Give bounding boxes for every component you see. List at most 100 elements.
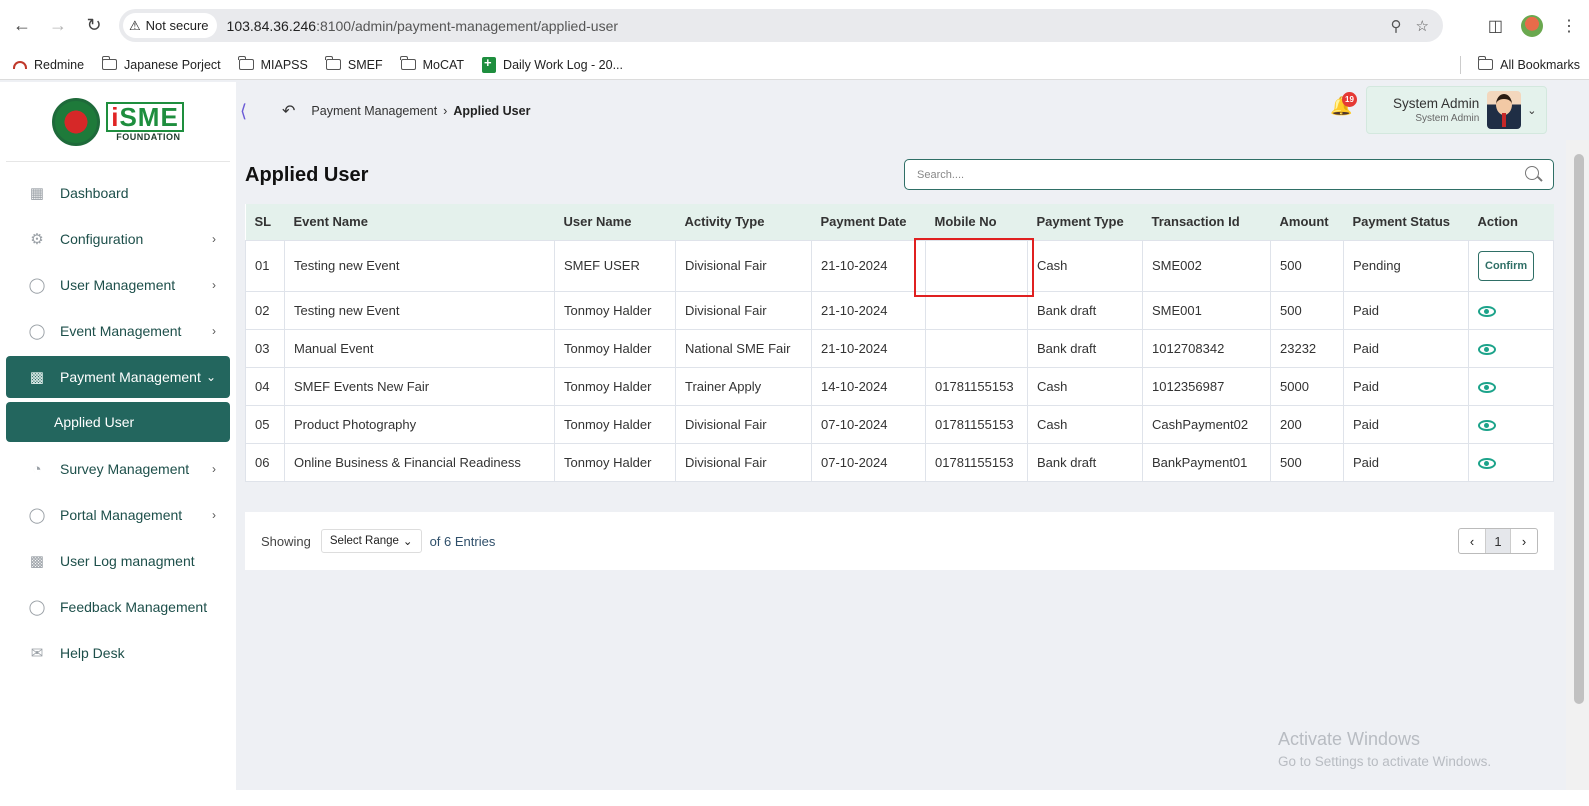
browser-toolbar: ← → ↻ ⚠ Not secure 103.84.36.246:8100/ad…: [0, 0, 1589, 50]
address-bar[interactable]: ⚠ Not secure 103.84.36.246:8100/admin/pa…: [119, 9, 1443, 42]
star-icon[interactable]: ☆: [1416, 17, 1429, 35]
cell-payment-status: Paid: [1343, 442, 1469, 482]
sidebar-item-payment-management[interactable]: ▩ Payment Management ⌄: [6, 356, 230, 398]
config-icon: ⚙: [30, 231, 44, 248]
bookmark-daily-work-log[interactable]: Daily Work Log - 20...: [473, 53, 632, 77]
search-input[interactable]: [917, 168, 1497, 181]
column-header: Mobile No: [934, 214, 997, 230]
bookmark-miapss[interactable]: MIAPSS: [230, 53, 317, 77]
entries-count: of 6 Entries: [429, 533, 496, 549]
cell-mobile-no: [925, 290, 1028, 330]
bookmark-redmine[interactable]: Redmine: [4, 53, 93, 77]
url-host: 103.84.36.246: [226, 17, 317, 34]
bookmark-label: Redmine: [34, 57, 85, 72]
breadcrumb-parent[interactable]: Payment Management: [311, 104, 437, 118]
bookmark-japanese-porject[interactable]: Japanese Porject: [93, 53, 230, 77]
grid-icon: ▦: [29, 185, 45, 202]
search-box: [904, 159, 1554, 190]
cell-user-name: Tonmoy Halder: [554, 404, 676, 444]
range-select-value: Select Range: [329, 535, 399, 547]
back-arrow-icon[interactable]: ←: [4, 7, 40, 43]
profile-avatar[interactable]: [1521, 14, 1543, 37]
page-number[interactable]: 1: [1485, 529, 1511, 553]
eye-icon[interactable]: [1478, 457, 1496, 469]
sidebar-item-feedback-management[interactable]: ◯ Feedback Management: [6, 586, 230, 628]
cell-action: [1468, 404, 1554, 444]
sidebar-item-dashboard[interactable]: ▦ Dashboard: [6, 172, 230, 214]
cell-payment-type: Bank draft: [1027, 442, 1143, 482]
sidebar-item-user-log[interactable]: ▩ User Log managment: [6, 540, 230, 582]
reload-icon[interactable]: ↻: [76, 7, 112, 43]
column-header: Payment Type: [1036, 214, 1124, 230]
zoom-icon[interactable]: ⚲: [1391, 17, 1402, 35]
cell-transaction-id: 1012708342: [1142, 328, 1271, 368]
cell-sl: 02: [245, 290, 285, 330]
cell-user-name: SMEF USER: [554, 239, 676, 292]
cell-payment-status: Pending: [1343, 239, 1469, 292]
range-select[interactable]: Select Range ⌄: [320, 529, 422, 553]
sidebar-item-help-desk[interactable]: ✉ Help Desk: [6, 632, 230, 674]
sidebar-subitem-applied-user[interactable]: Applied User: [6, 402, 230, 442]
extensions-icon[interactable]: ◫: [1488, 16, 1503, 36]
user-menu[interactable]: System Admin System Admin ⌄: [1366, 86, 1547, 134]
table-row: 02 Testing new Event Tonmoy Halder Divis…: [245, 290, 1554, 330]
next-page-icon[interactable]: ›: [1511, 529, 1537, 553]
eye-icon[interactable]: [1478, 343, 1496, 355]
column-header: Action: [1477, 214, 1518, 230]
bookmark-smef[interactable]: SMEF: [317, 53, 392, 77]
breadcrumb: Payment Management › Applied User: [311, 104, 530, 118]
bookmark-mocat[interactable]: MoCAT: [392, 53, 473, 77]
event-icon: ◯: [28, 323, 46, 340]
cell-amount: 200: [1270, 404, 1344, 444]
cell-payment-date: 14-10-2024: [811, 366, 926, 406]
cell-user-name: Tonmoy Halder: [554, 328, 676, 368]
cell-transaction-id: SME001: [1142, 290, 1271, 330]
sidebar-item-label: Dashboard: [60, 185, 129, 201]
cell-transaction-id: SME002: [1142, 239, 1271, 292]
pagination: ‹ 1 ›: [1458, 528, 1538, 554]
bookmarks-divider: [1460, 55, 1462, 74]
forward-arrow-icon[interactable]: →: [40, 7, 76, 43]
sidebar-item-label: User Management: [60, 277, 176, 293]
search-icon[interactable]: [1525, 166, 1539, 180]
cell-activity-type: Divisional Fair: [675, 442, 812, 482]
scrollbar-thumb[interactable]: [1574, 154, 1584, 704]
collapse-sidebar-icon[interactable]: ⟨: [240, 101, 262, 122]
table-row: 06 Online Business & Financial Readiness…: [245, 442, 1554, 482]
prev-page-icon[interactable]: ‹: [1459, 529, 1485, 553]
sidebar-item-label: Event Management: [60, 323, 182, 339]
cell-activity-type: Divisional Fair: [675, 290, 812, 330]
security-chip[interactable]: ⚠ Not secure: [123, 13, 217, 38]
table-row: 03 Manual Event Tonmoy Halder National S…: [245, 328, 1554, 368]
cell-action: [1468, 366, 1554, 406]
all-bookmarks[interactable]: All Bookmarks: [1469, 53, 1589, 77]
cell-mobile-no: 01781155153: [925, 404, 1028, 444]
column-header: Event Name: [293, 214, 368, 230]
cell-payment-date: 21-10-2024: [811, 290, 926, 330]
sidebar-menu: ▦ Dashboard ⚙ Configuration › ◯ User Man…: [0, 162, 236, 674]
sidebar-item-label: Payment Management: [60, 369, 201, 385]
cell-payment-date: 21-10-2024: [811, 239, 926, 292]
url-path: :8100/admin/payment-management/applied-u…: [316, 17, 619, 34]
kebab-menu-icon[interactable]: ⋮: [1561, 16, 1577, 36]
eye-icon[interactable]: [1478, 419, 1496, 431]
cell-user-name: Tonmoy Halder: [554, 366, 676, 406]
sidebar-item-portal-management[interactable]: ◯ Portal Management ›: [6, 494, 230, 536]
sidebar-item-event-management[interactable]: ◯ Event Management ›: [6, 310, 230, 352]
sidebar-item-survey-management[interactable]: ◔ Survey Management ›: [6, 448, 230, 490]
sidebar-item-configuration[interactable]: ⚙ Configuration ›: [6, 218, 230, 260]
url-text[interactable]: 103.84.36.246:8100/admin/payment-managem…: [227, 18, 619, 34]
confirm-button[interactable]: Confirm: [1478, 250, 1535, 281]
logo[interactable]: iSME FOUNDATION: [6, 82, 230, 162]
undo-back-icon[interactable]: ↶: [282, 101, 295, 121]
eye-icon[interactable]: [1478, 381, 1496, 393]
cell-activity-type: Divisional Fair: [675, 239, 812, 292]
cell-amount: 5000: [1270, 366, 1344, 406]
eye-icon[interactable]: [1478, 305, 1496, 317]
cell-user-name: Tonmoy Halder: [554, 442, 676, 482]
cell-transaction-id: BankPayment01: [1142, 442, 1271, 482]
cell-event-name: Testing new Event: [284, 239, 555, 292]
cell-activity-type: National SME Fair: [675, 328, 812, 368]
cell-sl: 04: [245, 366, 285, 406]
sidebar-item-user-management[interactable]: ◯ User Management ›: [6, 264, 230, 306]
